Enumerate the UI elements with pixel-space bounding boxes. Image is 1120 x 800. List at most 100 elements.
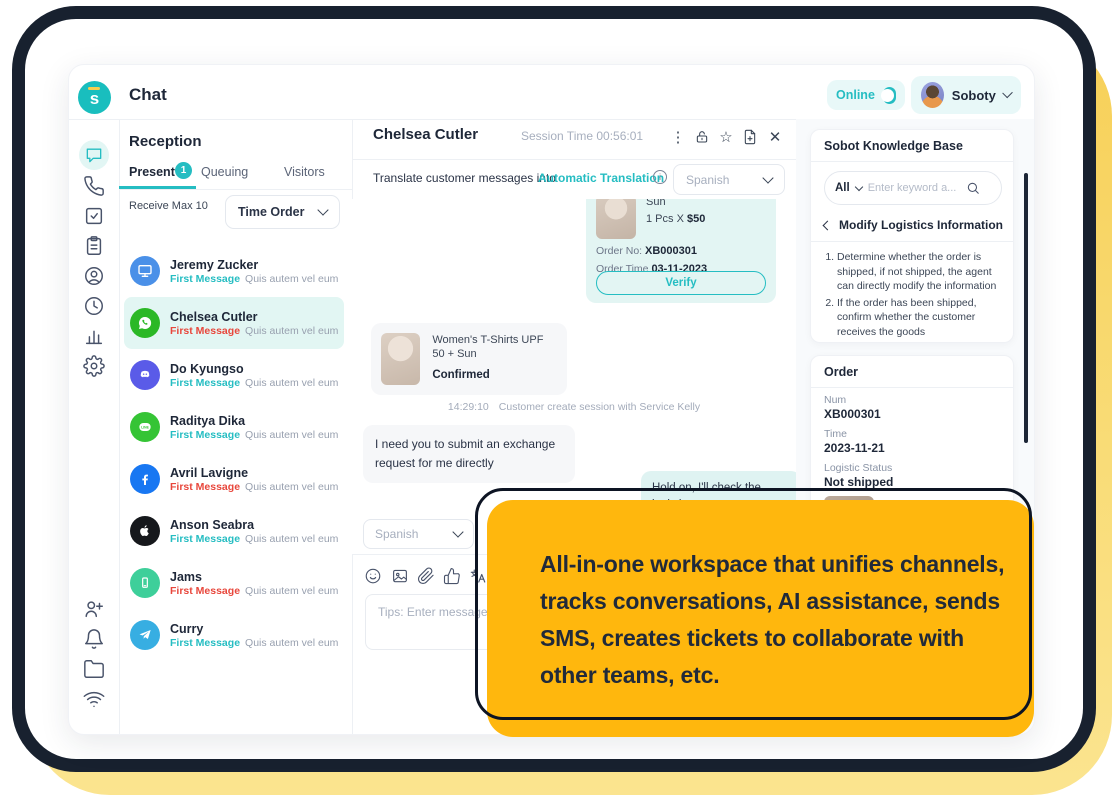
order-num-value: XB000301 xyxy=(824,407,881,421)
order-message-card: Sun 1 Pcs X $50 Order No: XB000301 Order… xyxy=(586,199,776,303)
kb-filter-value[interactable]: All xyxy=(835,182,850,194)
verify-button[interactable]: Verify xyxy=(596,271,766,295)
order-time-value: 2023-11-21 xyxy=(824,441,885,455)
nav-clipboard-icon[interactable] xyxy=(83,235,105,257)
message-preview: Quis autem vel eum iu... xyxy=(245,533,338,545)
online-toggle[interactable] xyxy=(883,87,896,104)
order-title: Order xyxy=(824,365,858,379)
panel-scrollbar[interactable] xyxy=(1024,173,1028,443)
nav-invite-icon[interactable] xyxy=(83,598,105,620)
contact-name: Do Kyungso xyxy=(170,361,338,377)
info-icon[interactable]: i xyxy=(653,170,667,184)
contact-name: Chelsea Cutler xyxy=(170,309,338,325)
times-sign: X xyxy=(677,213,684,225)
more-options-icon[interactable]: ⋮ xyxy=(669,129,687,147)
message-preview: Quis autem vel eum iu... xyxy=(245,273,338,285)
tab-visitors[interactable]: Visitors xyxy=(284,165,325,179)
attachment-icon[interactable] xyxy=(417,567,435,585)
reply-language-value: Spanish xyxy=(375,527,418,541)
nav-analytics-icon[interactable] xyxy=(83,325,105,347)
chevron-down-icon xyxy=(1002,88,1013,99)
message-tag: First Message xyxy=(170,637,240,649)
contact-name: Jams xyxy=(170,569,338,585)
list-item[interactable]: Curry First MessageQuis autem vel eum iu… xyxy=(124,609,344,661)
list-item[interactable]: Jams First MessageQuis autem vel eum iu.… xyxy=(124,557,344,609)
online-label: Online xyxy=(836,88,875,102)
page: s Chat Online Soboty Reception Present 1 xyxy=(0,0,1120,800)
knowledge-base-card: Sobot Knowledge Base All Modify Logistic… xyxy=(810,129,1014,343)
contact-name: Raditya Dika xyxy=(170,413,338,429)
channel-telegram-icon xyxy=(130,620,160,650)
list-item[interactable]: Anson Seabra First MessageQuis autem vel… xyxy=(124,505,344,557)
order-no-value: XB000301 xyxy=(645,245,697,257)
nav-network-icon[interactable] xyxy=(83,688,105,710)
nav-tasks-icon[interactable] xyxy=(83,205,105,227)
divider xyxy=(811,161,1013,162)
tab-present[interactable]: Present xyxy=(129,165,175,179)
kb-search[interactable]: All xyxy=(824,171,1002,205)
list-item[interactable]: Avril Lavigne First MessageQuis autem ve… xyxy=(124,453,344,505)
rail-divider xyxy=(119,119,120,735)
message-preview: Quis autem vel eum iu... xyxy=(245,325,338,337)
order-status-value: Not shipped xyxy=(824,475,893,489)
divider xyxy=(811,387,1013,388)
nav-history-icon[interactable] xyxy=(83,295,105,317)
translate-label: Translate customer messages into xyxy=(373,171,556,185)
kb-title: Sobot Knowledge Base xyxy=(824,139,963,153)
callout-outline xyxy=(475,488,1032,720)
message-tag: First Message xyxy=(170,273,240,285)
message-tag: First Message xyxy=(170,429,240,441)
translate-mode-link[interactable]: Automatic Translation xyxy=(538,171,664,185)
order-time-label: Time xyxy=(824,428,847,440)
chat-contact-name: Chelsea Cutler xyxy=(373,126,478,143)
message-tag: First Message xyxy=(170,325,240,337)
nav-settings-icon[interactable] xyxy=(83,355,105,377)
kb-steps: Determine whether the order is shipped, … xyxy=(837,250,1005,341)
nav-files-icon[interactable] xyxy=(83,658,105,680)
sort-order-value: Time Order xyxy=(238,205,304,219)
list-item[interactable]: LINE Raditya Dika First MessageQuis aute… xyxy=(124,401,344,453)
product-photo xyxy=(381,333,420,385)
nav-phone-icon[interactable] xyxy=(83,175,105,197)
kb-search-input[interactable] xyxy=(868,182,960,194)
thumbs-up-icon[interactable] xyxy=(443,567,461,585)
reply-language-select[interactable]: Spanish xyxy=(363,519,474,549)
system-text: Customer create session with Service Kel… xyxy=(499,401,700,413)
tabs-divider xyxy=(119,189,352,190)
nav-chat-icon[interactable] xyxy=(79,140,109,170)
kb-step: Determine whether the order is shipped, … xyxy=(837,250,1005,294)
present-count-badge: 1 xyxy=(175,162,192,179)
product-name: Women's T-Shirts UPF 50 + Sun xyxy=(432,333,557,361)
contact-list: Jeremy Zucker First MessageQuis autem ve… xyxy=(124,245,344,661)
tab-queuing[interactable]: Queuing xyxy=(201,165,248,179)
lock-icon[interactable] xyxy=(693,129,711,147)
svg-text:LINE: LINE xyxy=(141,426,149,430)
nav-contacts-icon[interactable] xyxy=(83,265,105,287)
order-num-label: Num xyxy=(824,394,846,406)
search-icon[interactable] xyxy=(966,181,980,195)
translate-language-select[interactable]: Spanish xyxy=(673,164,785,195)
star-icon[interactable]: ☆ xyxy=(717,129,735,147)
chevron-down-icon xyxy=(854,183,862,191)
list-item-selected[interactable]: Chelsea Cutler First Message Quis autem v… xyxy=(124,297,344,349)
chevron-down-icon xyxy=(452,526,463,537)
system-message: 14:29:10Customer create session with Ser… xyxy=(352,401,796,413)
list-item[interactable]: Do Kyungso First MessageQuis autem vel e… xyxy=(124,349,344,401)
list-item[interactable]: Jeremy Zucker First MessageQuis autem ve… xyxy=(124,245,344,297)
contact-name: Avril Lavigne xyxy=(170,465,338,481)
session-time: Session Time 00:56:01 xyxy=(521,129,643,143)
sort-order-select[interactable]: Time Order xyxy=(225,195,340,229)
kb-article-header[interactable]: Modify Logistics Information xyxy=(824,218,1003,232)
image-attach-icon[interactable] xyxy=(391,567,409,585)
close-icon[interactable]: ✕ xyxy=(766,129,784,147)
profile-menu[interactable]: Soboty xyxy=(911,76,1021,114)
order-status-label: Logistic Status xyxy=(824,462,892,474)
order-no-label: Order No: xyxy=(596,245,642,257)
file-add-icon[interactable] xyxy=(741,129,759,147)
back-icon[interactable] xyxy=(823,220,833,230)
channel-facebook-icon xyxy=(130,464,160,494)
emoji-icon[interactable] xyxy=(364,567,382,585)
avatar xyxy=(921,82,944,108)
nav-notifications-icon[interactable] xyxy=(83,628,105,650)
receive-max-label: Receive Max 10 xyxy=(129,200,208,212)
